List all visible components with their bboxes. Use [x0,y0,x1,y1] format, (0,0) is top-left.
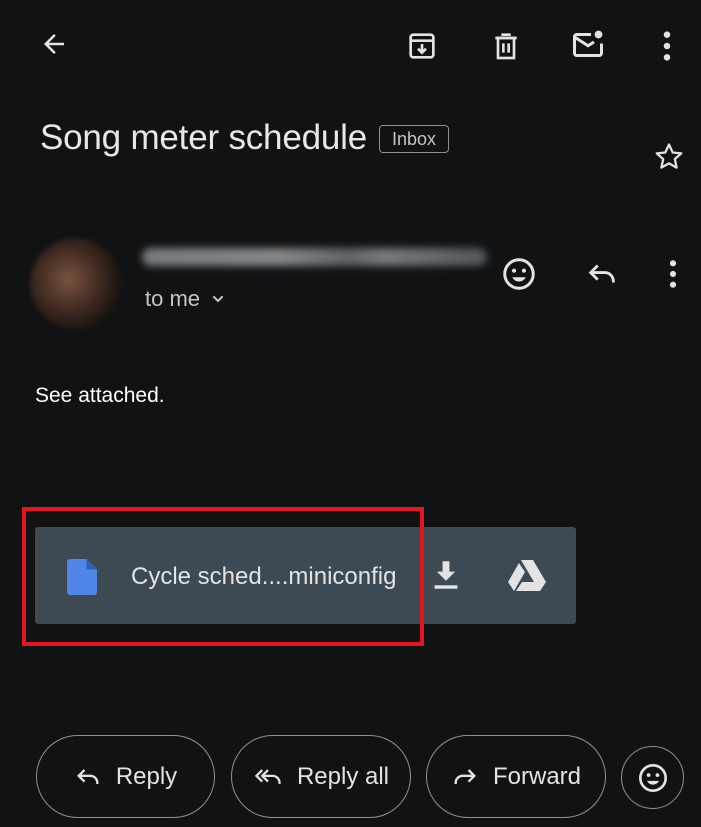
save-to-drive-button[interactable] [505,555,549,595]
forward-icon [454,768,476,784]
trash-icon [495,33,517,60]
more-vert-icon [669,260,677,288]
delete-button[interactable] [484,24,528,68]
reply-all-button[interactable]: Reply all [231,735,411,818]
reply-button[interactable]: Reply [36,735,215,818]
reply-icon [76,768,99,784]
email-subject: Song meter schedule [40,118,367,157]
recipient-text: to me [145,286,201,311]
emoji-icon [638,763,667,792]
more-options-button[interactable] [650,24,684,68]
message-more-button[interactable] [658,254,688,294]
chevron-down-icon [212,295,224,303]
mail-unread-icon [573,30,603,57]
react-button[interactable] [621,746,684,809]
reply-all-label: Reply all [296,762,390,790]
sender-avatar[interactable] [30,238,122,330]
recipient-details[interactable]: to me [145,286,226,312]
attachment-file-name: Cycle sched....miniconfig [131,563,397,590]
reply-icon [588,264,615,283]
drive-icon [508,560,546,591]
reply-label: Reply [115,762,178,790]
reply-icon-button[interactable] [580,254,624,294]
emoji-icon [503,258,535,290]
mark-unread-button[interactable] [565,22,611,68]
email-screen: Song meter schedule Inbox to me See atta… [0,0,701,827]
add-reaction-button[interactable] [497,252,541,296]
archive-button[interactable] [400,24,444,68]
star-icon [655,143,683,169]
reply-all-icon [254,768,281,784]
subject-row: Song meter schedule Inbox [40,118,450,158]
sender-name-blurred [142,248,487,266]
download-icon [434,561,458,589]
email-body: See attached. [35,384,165,407]
archive-icon [409,33,435,59]
attachment-card[interactable]: Cycle sched....miniconfig [35,527,576,624]
more-vert-icon [663,31,671,61]
forward-label: Forward [492,762,582,790]
back-button[interactable] [34,24,74,64]
download-button[interactable] [428,555,464,595]
document-icon [67,559,97,595]
forward-button[interactable]: Forward [426,735,606,818]
inbox-label-chip[interactable]: Inbox [378,125,450,153]
star-button[interactable] [648,136,690,178]
arrow-back-icon [44,34,64,54]
